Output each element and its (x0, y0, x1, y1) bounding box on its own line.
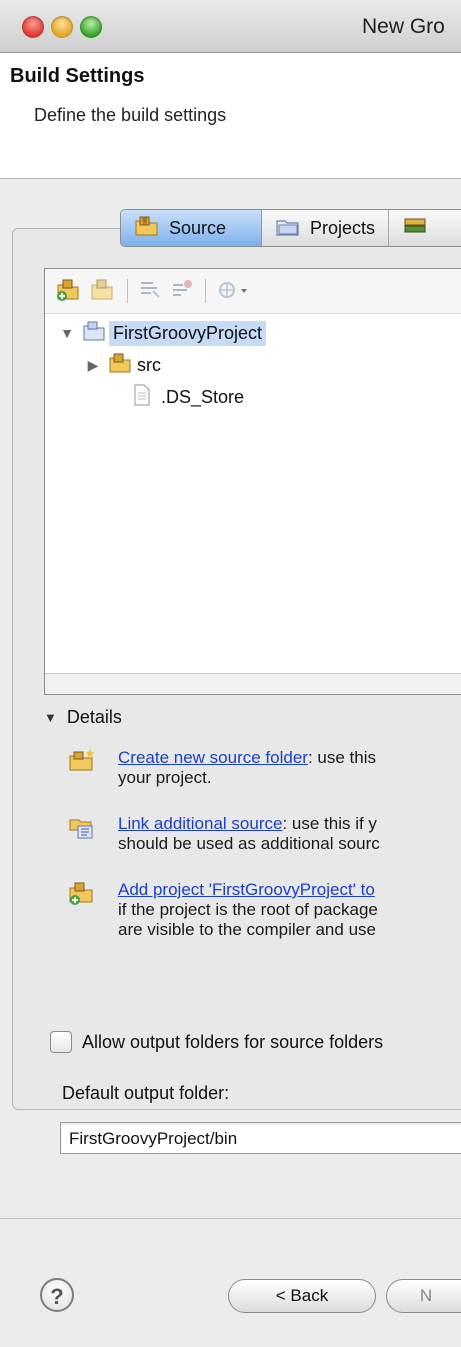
dialog-window: New Gro Build Settings Define the build … (0, 0, 461, 1347)
collapsed-arrow-icon[interactable]: ▶ (85, 357, 101, 374)
filter-dropdown-icon[interactable] (215, 277, 251, 303)
wizard-header: Build Settings Define the build settings (0, 53, 461, 179)
tree-item-label: src (137, 354, 161, 375)
allow-output-folders-row[interactable]: Allow output folders for source folders (50, 1031, 383, 1053)
footer-divider (0, 1218, 461, 1219)
tab-projects[interactable]: Projects (262, 210, 389, 246)
detail-text: if the project is the root of package (118, 900, 378, 919)
toolbar-separator (127, 279, 128, 303)
tree-item-src[interactable]: ▶ src (85, 351, 161, 379)
allow-output-folders-label: Allow output folders for source folders (82, 1031, 384, 1052)
details-label: Details (66, 707, 122, 727)
default-output-folder-label: Default output folder: (62, 1083, 230, 1103)
configure-icon[interactable] (137, 277, 163, 303)
tree-item-label: .DS_Store (161, 386, 245, 407)
back-button[interactable]: < Back (228, 1279, 376, 1313)
add-project-icon (68, 880, 96, 911)
detail-text: should be used as additional sourc (118, 834, 380, 853)
detail-text: : use this (307, 748, 376, 767)
add-folder-icon[interactable] (55, 277, 81, 303)
window-title: New Gro (362, 15, 445, 38)
tab-source-label: Source (169, 217, 227, 238)
zoom-window-button[interactable] (80, 16, 102, 38)
tree-item-ds-store[interactable]: .DS_Store (133, 383, 244, 411)
page-title: Build Settings (10, 65, 145, 87)
horizontal-scrollbar[interactable] (45, 673, 461, 694)
next-button[interactable]: N (386, 1279, 461, 1313)
expand-arrow-icon[interactable]: ▼ (59, 325, 75, 341)
detail-text: your project. (118, 768, 212, 787)
detail-text: : use this if y (282, 814, 377, 833)
tab-source[interactable]: Source (121, 210, 262, 246)
page-description: Define the build settings (34, 105, 227, 125)
tree-toolbar (45, 269, 461, 314)
toolbar-separator (205, 279, 206, 303)
tree-item-project[interactable]: ▼ FirstGroovyProject (59, 319, 267, 347)
file-icon (133, 384, 151, 411)
disclosure-triangle-icon: ▼ (44, 710, 57, 725)
source-folder-icon (109, 353, 131, 378)
link-additional-source-link[interactable]: Link additional source (118, 814, 282, 833)
minimize-window-button[interactable] (51, 16, 73, 38)
tab-libraries[interactable] (389, 210, 449, 246)
projects-icon (276, 216, 300, 241)
source-tree-panel: ▼ FirstGroovyProject ▶ src .DS_Store (44, 268, 461, 695)
create-source-folder-link[interactable]: Create new source folder (118, 748, 308, 767)
allow-output-folders-checkbox[interactable] (50, 1031, 72, 1053)
source-folder-icon (135, 216, 159, 241)
close-window-button[interactable] (22, 16, 44, 38)
details-section-toggle[interactable]: ▼ Details (44, 707, 122, 728)
link-icon[interactable] (169, 277, 195, 303)
tab-projects-label: Projects (310, 217, 376, 238)
project-icon (83, 321, 105, 346)
title-bar: New Gro (0, 0, 461, 53)
detail-text: are visible to the compiler and use (118, 920, 376, 939)
default-output-folder-field[interactable]: FirstGroovyProject/bin (60, 1122, 461, 1154)
tab-bar: Source Projects (120, 209, 461, 247)
link-source-icon (68, 814, 96, 845)
help-button[interactable]: ? (40, 1278, 74, 1312)
new-source-folder-icon (68, 748, 96, 777)
tree-item-label: FirstGroovyProject (109, 320, 267, 346)
libraries-icon (403, 216, 427, 241)
add-project-link[interactable]: Add project 'FirstGroovyProject' to (118, 880, 375, 899)
remove-folder-icon[interactable] (89, 277, 115, 303)
